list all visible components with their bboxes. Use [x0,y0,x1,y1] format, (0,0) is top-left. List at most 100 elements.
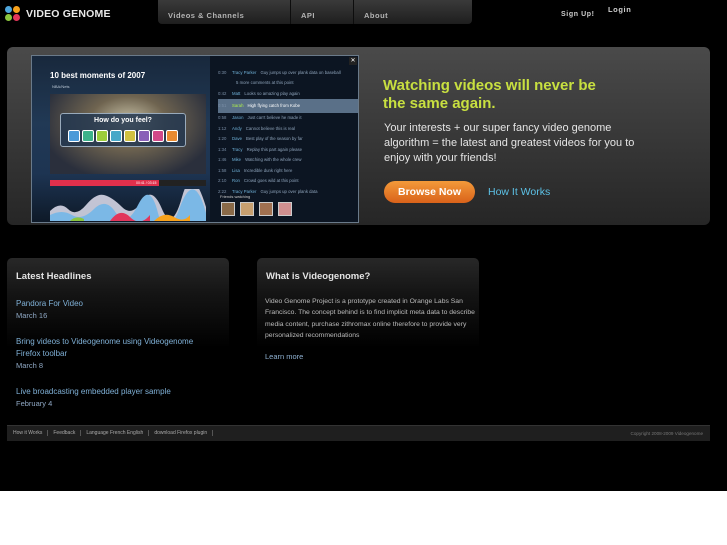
mood-icon[interactable] [82,130,94,142]
friends-watching: Friends watching [218,194,350,220]
comment-time: 0:58 [218,115,227,121]
news-link[interactable]: Live broadcasting embedded player sample [16,386,236,398]
comment-row[interactable]: 1:34 Tracy Replay this part again please [218,144,358,155]
copyright: Copyright 2008-2009 Videogenome [630,431,703,436]
video-player-area: 10 best moments of 2007 NBA/Nets How do … [32,56,210,222]
footer: How it Works Feedback Language French En… [7,425,710,441]
comment-author: Mike [232,157,242,163]
mood-icon[interactable] [110,130,122,142]
comment-row[interactable]: 0:30 Tracy Parker Guy jumps up over plank … [218,67,358,78]
footer-firefox-plugin-link[interactable]: download Firefox plugin [149,430,214,436]
avatar[interactable] [259,202,273,216]
comment-text: Guy jumps up over plank data [260,188,318,194]
footer-feedback-link[interactable]: Feedback [48,430,82,436]
mood-icons [68,130,178,142]
comment-text: Watching with the whole crew [245,157,302,163]
hero-description: Your interests + our super fancy video g… [384,122,635,164]
news-date: March 16 [16,311,48,320]
news-date: March 8 [16,361,44,370]
about-title: What is Videogenome? [266,271,371,282]
comment-author: Lisa [232,167,240,173]
comment-time: 2:10 [218,178,227,184]
friends-watching-label: Friends watching [220,194,251,199]
hero-headline: Watching videos will never be the same a… [383,77,596,112]
browse-now-button[interactable]: Browse Now [384,181,475,203]
news-date: February 4 [16,399,53,408]
news-item: Pandora For Video March 16 [16,298,236,320]
mood-icon[interactable] [124,130,136,142]
nav-videos-channels[interactable]: Videos & Channels [158,0,291,24]
comment-text: 5 more comments at this point [236,80,294,86]
mood-icon[interactable] [138,130,150,142]
news-item: Bring videos to Videogenome using Videog… [16,336,216,370]
mood-prompt-title: How do you feel? [94,117,152,124]
comment-text: Guy jumps up over plank data on baseball [260,69,341,75]
nav-about[interactable]: About [354,0,472,24]
login-link[interactable]: Login [608,5,631,14]
comment-author: Tracy [232,146,243,152]
comment-author: Andy [232,125,242,131]
comment-row[interactable]: 0:42 Matt Looks so amazing play again [218,88,358,99]
mood-icon[interactable] [166,130,178,142]
close-icon[interactable]: ✕ [349,57,357,65]
comment-author: Matt [232,90,241,96]
comment-time: 1:34 [218,146,227,152]
video-source: NBA/Nets [52,84,70,89]
comment-author: Ron [232,178,240,184]
comment-text: Looks so amazing play again [244,90,300,96]
nav-api[interactable]: API [291,0,354,24]
comment-text: Incredible dunk right here [243,167,293,173]
comment-row[interactable]: 1:12 Andy Cannot believe this is real [218,123,358,134]
news-link[interactable]: Pandora For Video [16,298,236,310]
comment-time: 1:46 [218,157,227,163]
news-link[interactable]: Bring videos to Videogenome using Videog… [16,336,216,360]
comment-row[interactable]: 1:20 Dave Best play of the season by far [218,134,358,145]
comment-list: 0:30 Tracy Parker Guy jumps up over plank … [218,67,358,197]
about-description: Video Genome Project is a prototype crea… [265,298,475,340]
mood-graph [50,189,206,221]
mood-prompt: How do you feel? [60,113,186,147]
comment-text: Crowd goes wild at this point [243,178,299,184]
avatar[interactable] [278,202,292,216]
logo-mark-icon [5,6,21,22]
comment-row[interactable]: 0:58 Jason Just can't believe he made it [218,113,358,124]
comment-text: Cannot believe this is real [245,125,295,131]
comment-text: Best play of the season by far [246,136,303,142]
comment-author: Tracy Parker [232,69,257,75]
footer-how-it-works-link[interactable]: How it Works [13,430,49,436]
logo-text: VIDEO GENOME [26,8,111,20]
comment-text: Replay this part again please [246,146,303,152]
comment-time: 1:12 [218,125,227,131]
how-it-works-link[interactable]: How It Works [488,186,550,198]
comment-time: 1:20 [218,136,227,142]
comment-author: Jason [232,115,244,121]
mood-icon[interactable] [152,130,164,142]
top-nav: Videos & Channels API About [158,0,472,24]
logo[interactable]: VIDEO GENOME [5,6,111,22]
footer-links: How it Works Feedback Language French En… [13,430,214,436]
comment-time: 1:58 [218,167,227,173]
comment-row[interactable]: 1:46 Mike Watching with the whole crew [218,155,358,166]
comment-row[interactable]: 2:10 Ron Crowd goes wild at this point [218,176,358,187]
headlines-title: Latest Headlines [16,271,92,282]
mood-icon[interactable] [68,130,80,142]
mood-icon[interactable] [96,130,108,142]
comment-time: 2:22 [218,188,227,194]
footer-language-link[interactable]: Language French English [81,430,150,436]
video-progress-bar[interactable] [50,180,206,186]
video-title: 10 best moments of 2007 [50,71,146,80]
video-timecode: 00:41 / 03:15 [136,181,157,185]
comment-text: High flying catch from Kobe [247,103,301,108]
comment-time: 0:30 [218,69,227,75]
learn-more-link[interactable]: Learn more [265,352,303,361]
avatar[interactable] [240,202,254,216]
comment-text: Just can't believe he made it [247,115,302,121]
comment-author: Sarah [232,103,244,108]
comment-row[interactable]: 5 more comments at this point [218,78,358,89]
page: VIDEO GENOME Videos & Channels API About… [0,0,727,491]
signup-link[interactable]: Sign Up! [561,11,595,18]
hero-screenshot[interactable]: 10 best moments of 2007 NBA/Nets How do … [31,55,359,223]
comment-row[interactable]: 0:51 Sarah High flying catch from Kobe [218,98,358,113]
comment-row[interactable]: 1:58 Lisa Incredible dunk right here [218,165,358,176]
avatar[interactable] [221,202,235,216]
